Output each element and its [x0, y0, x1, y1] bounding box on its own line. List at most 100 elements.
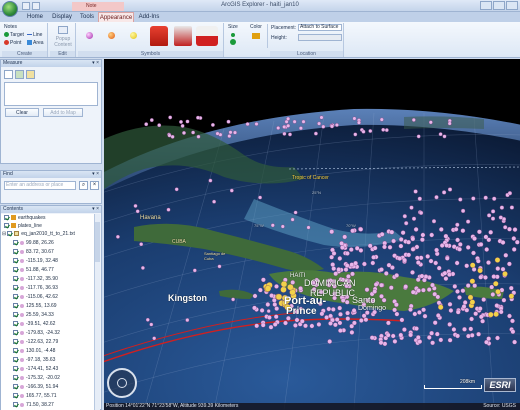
earthquake-point[interactable]	[452, 284, 458, 289]
scrollbar-thumb[interactable]	[95, 222, 100, 262]
feature-checkbox[interactable]	[13, 303, 18, 309]
earthquake-point[interactable]	[447, 272, 452, 277]
earthquake-point[interactable]	[469, 299, 476, 305]
earthquake-point[interactable]	[226, 119, 231, 124]
earthquake-point[interactable]	[357, 120, 361, 125]
earthquake-point[interactable]	[430, 340, 435, 346]
earthquake-point[interactable]	[385, 332, 391, 338]
earthquake-point[interactable]	[491, 274, 497, 279]
navigation-control[interactable]	[107, 368, 137, 398]
layer-eq-jan2010[interactable]: ⊟ eq_jan2010_tt_to_21.txt	[2, 230, 75, 238]
earthquake-point[interactable]	[411, 117, 416, 122]
earthquake-point[interactable]	[168, 115, 173, 120]
earthquake-point[interactable]	[272, 322, 278, 327]
earthquake-point[interactable]	[135, 209, 140, 214]
earthquake-point[interactable]	[265, 302, 271, 307]
earthquake-point[interactable]	[400, 230, 406, 236]
earthquake-point[interactable]	[431, 219, 437, 224]
earthquake-point[interactable]	[330, 262, 336, 267]
earthquake-point[interactable]	[392, 307, 397, 313]
earthquake-point[interactable]	[321, 124, 326, 129]
feature-checkbox[interactable]	[13, 366, 18, 372]
earthquake-point[interactable]	[495, 288, 501, 295]
earthquake-point[interactable]	[451, 327, 457, 332]
earthquake-point[interactable]	[174, 187, 179, 192]
earthquake-point[interactable]	[254, 122, 259, 126]
orange-pushpin-symbol[interactable]	[108, 32, 115, 39]
point-feature-row[interactable]: 130.01, -4.48	[13, 347, 55, 355]
application-button[interactable]	[2, 1, 18, 17]
earthquake-point[interactable]	[503, 225, 508, 230]
earthquake-point[interactable]	[455, 289, 460, 294]
earthquake-point[interactable]	[447, 322, 453, 327]
earthquake-point[interactable]	[472, 283, 478, 289]
point-feature-row[interactable]: -166.39, 51.94	[13, 383, 58, 391]
earthquake-point[interactable]	[372, 289, 378, 294]
earthquake-point[interactable]	[290, 217, 295, 222]
earthquake-point[interactable]	[461, 304, 467, 309]
earthquake-point[interactable]	[444, 243, 450, 248]
earthquake-point[interactable]	[231, 297, 236, 302]
earthquake-point[interactable]	[353, 260, 358, 266]
earthquake-point[interactable]	[458, 197, 463, 202]
tab-add-ins[interactable]: Add-Ins	[136, 12, 162, 22]
earthquake-point[interactable]	[353, 132, 358, 137]
earthquake-point[interactable]	[378, 340, 384, 346]
earthquake-point[interactable]	[490, 209, 496, 214]
earthquake-point[interactable]	[455, 222, 460, 227]
earthquake-point[interactable]	[267, 315, 272, 320]
earthquake-point[interactable]	[269, 293, 274, 298]
earthquake-point[interactable]	[457, 246, 462, 252]
earthquake-point[interactable]	[442, 270, 448, 276]
earthquake-point[interactable]	[294, 317, 300, 323]
earthquake-point[interactable]	[252, 305, 257, 311]
size-small-icon[interactable]	[231, 33, 235, 37]
earthquake-point[interactable]	[493, 311, 499, 317]
layer-checkbox[interactable]	[7, 231, 13, 237]
earthquake-point[interactable]	[252, 293, 258, 299]
earthquake-point[interactable]	[261, 277, 266, 283]
earthquake-point[interactable]	[383, 271, 389, 276]
earthquake-point[interactable]	[362, 261, 367, 267]
earthquake-point[interactable]	[275, 293, 283, 301]
earthquake-point[interactable]	[426, 335, 432, 340]
earthquake-point[interactable]	[379, 231, 385, 237]
earthquake-point[interactable]	[509, 205, 515, 210]
earthquake-point[interactable]	[115, 234, 120, 239]
earthquake-point[interactable]	[480, 318, 485, 324]
earthquake-point[interactable]	[413, 227, 419, 232]
earthquake-point[interactable]	[367, 243, 373, 249]
earthquake-point[interactable]	[333, 271, 339, 277]
find-input[interactable]: Enter an address or place	[4, 181, 76, 190]
earthquake-point[interactable]	[337, 320, 343, 326]
earthquake-point[interactable]	[361, 313, 367, 319]
earthquake-point[interactable]	[166, 207, 171, 212]
earthquake-point[interactable]	[476, 331, 481, 337]
earthquake-point[interactable]	[358, 318, 364, 323]
earthquake-point[interactable]	[287, 284, 294, 291]
feature-checkbox[interactable]	[13, 393, 18, 399]
earthquake-point[interactable]	[344, 299, 350, 305]
earthquake-point[interactable]	[460, 228, 466, 234]
earthquake-point[interactable]	[228, 130, 233, 135]
earthquake-point[interactable]	[432, 320, 438, 326]
earthquake-point[interactable]	[494, 303, 500, 308]
earthquake-point[interactable]	[435, 313, 441, 318]
earthquake-point[interactable]	[508, 293, 515, 299]
earthquake-point[interactable]	[293, 323, 298, 328]
earthquake-point[interactable]	[379, 282, 384, 288]
earthquake-point[interactable]	[421, 287, 426, 293]
earthquake-point[interactable]	[455, 237, 460, 243]
earthquake-point[interactable]	[402, 327, 407, 332]
earthquake-point[interactable]	[369, 335, 375, 341]
feature-checkbox[interactable]	[13, 321, 18, 327]
feature-checkbox[interactable]	[13, 240, 18, 246]
earthquake-point[interactable]	[388, 285, 394, 291]
height-field[interactable]	[298, 34, 342, 41]
earthquake-point[interactable]	[457, 242, 463, 247]
earthquake-point[interactable]	[483, 234, 489, 240]
earthquake-point[interactable]	[293, 210, 298, 215]
earthquake-point[interactable]	[358, 248, 364, 253]
earthquake-point[interactable]	[478, 274, 484, 280]
earthquake-point[interactable]	[490, 292, 496, 297]
